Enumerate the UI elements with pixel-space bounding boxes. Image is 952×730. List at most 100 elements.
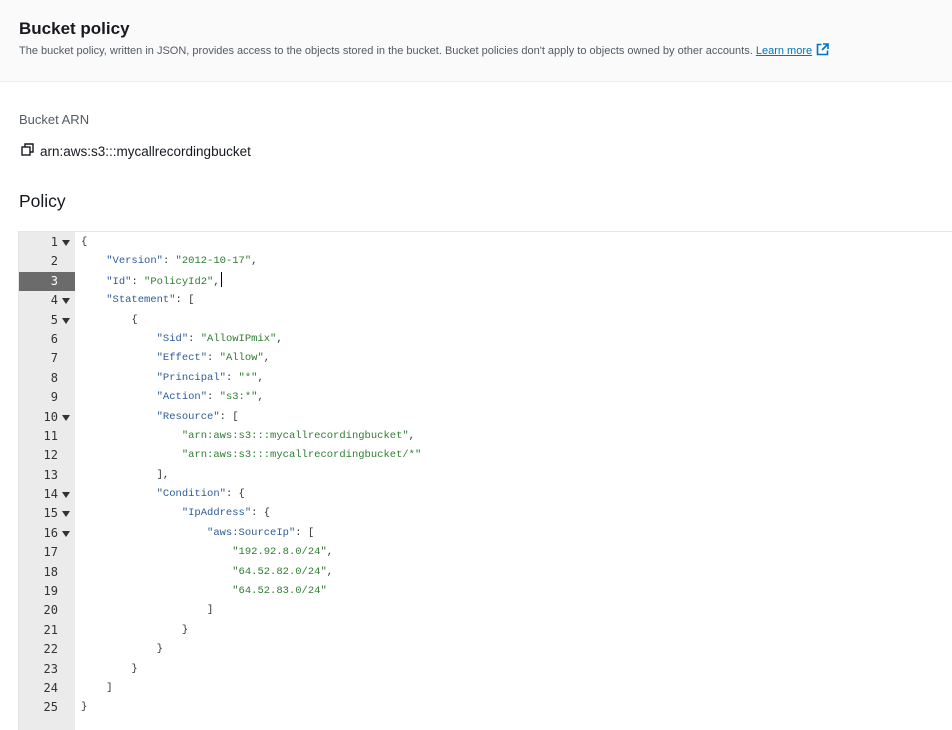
code-line[interactable]: 1{ bbox=[19, 233, 952, 252]
line-number: 16 bbox=[19, 524, 75, 543]
code-line[interactable]: 18 "64.52.82.0/24", bbox=[19, 563, 952, 582]
code-line[interactable]: 15 "IpAddress": { bbox=[19, 504, 952, 523]
code-area[interactable]: 1{2 "Version": "2012-10-17", 3 "Id": "Pol… bbox=[19, 233, 952, 718]
json-punctuation: } bbox=[181, 623, 189, 636]
description-text: The bucket policy, written in JSON, prov… bbox=[19, 45, 753, 57]
json-punctuation: ] bbox=[207, 604, 214, 617]
line-number-text: 16 bbox=[43, 525, 58, 540]
policy-header-panel: Bucket policy The bucket policy, written… bbox=[0, 0, 952, 82]
line-number-text: 17 bbox=[43, 545, 58, 560]
code-line[interactable]: 22 } bbox=[19, 640, 952, 659]
code-line[interactable]: 19 "64.52.83.0/24" bbox=[19, 582, 952, 601]
page-title: Bucket policy bbox=[19, 19, 130, 38]
line-number-text: 5 bbox=[50, 312, 58, 327]
code-line[interactable]: 4 "Statement": [ bbox=[19, 291, 952, 310]
json-string: "AllowIPmix" bbox=[200, 332, 277, 345]
json-punctuation: } bbox=[81, 701, 88, 714]
code-line[interactable]: 11 "arn:aws:s3:::mycallrecordingbucket", bbox=[19, 427, 952, 446]
code-line[interactable]: 6 "Sid": "AllowIPmix", bbox=[19, 330, 952, 349]
line-number-text: 11 bbox=[43, 428, 58, 443]
line-number-text: 12 bbox=[43, 448, 58, 463]
json-string: "arn:aws:s3:::mycallrecordingbucket/*" bbox=[181, 449, 422, 462]
fold-arrow-icon[interactable] bbox=[62, 414, 70, 421]
code-line[interactable]: 25} bbox=[19, 698, 952, 717]
code-line[interactable]: 2 "Version": "2012-10-17", bbox=[19, 252, 952, 271]
json-string: "64.52.82.0/24" bbox=[232, 565, 327, 578]
line-number: 3 bbox=[19, 271, 75, 292]
code-line[interactable]: 9 "Action": "s3:*", bbox=[19, 388, 952, 407]
line-number: 6 bbox=[19, 330, 75, 349]
json-key: "Version" bbox=[106, 255, 163, 268]
copy-icon[interactable] bbox=[21, 143, 34, 159]
page-description: The bucket policy, written in JSON, prov… bbox=[19, 43, 829, 59]
json-punctuation: , bbox=[326, 546, 334, 559]
code-text: } bbox=[81, 660, 138, 679]
line-number-text: 19 bbox=[43, 584, 58, 599]
code-line[interactable]: 13 ], bbox=[19, 466, 952, 485]
code-line[interactable]: 5 { bbox=[19, 311, 952, 330]
code-line[interactable]: 12 "arn:aws:s3:::mycallrecordingbucket/*… bbox=[19, 446, 952, 465]
code-text: "aws:SourceIp": [ bbox=[81, 524, 314, 543]
json-punctuation: : { bbox=[251, 507, 271, 520]
learn-more-link[interactable]: Learn more bbox=[756, 43, 829, 57]
line-number-text: 8 bbox=[50, 370, 58, 385]
json-string: "*" bbox=[238, 371, 258, 384]
json-string: "arn:aws:s3:::mycallrecordingbucket" bbox=[181, 429, 409, 442]
line-number: 9 bbox=[19, 388, 75, 407]
code-line[interactable]: 3 "Id": "PolicyId2", bbox=[19, 271, 952, 292]
line-number: 15 bbox=[19, 504, 75, 523]
line-number: 20 bbox=[19, 601, 75, 620]
code-line[interactable]: 7 "Effect": "Allow", bbox=[19, 349, 952, 368]
code-line[interactable]: 16 "aws:SourceIp": [ bbox=[19, 524, 952, 543]
json-punctuation: ], bbox=[156, 468, 170, 481]
code-line[interactable]: 10 "Resource": [ bbox=[19, 408, 952, 427]
fold-arrow-icon[interactable] bbox=[62, 530, 70, 537]
code-text: "Principal": "*", bbox=[81, 369, 264, 388]
policy-heading: Policy bbox=[19, 191, 66, 211]
line-number: 23 bbox=[19, 660, 75, 679]
json-key: "Effect" bbox=[156, 352, 208, 365]
fold-arrow-icon[interactable] bbox=[62, 298, 70, 305]
code-line[interactable]: 20 ] bbox=[19, 601, 952, 620]
fold-arrow-icon[interactable] bbox=[62, 317, 70, 324]
line-number-text: 4 bbox=[50, 293, 58, 308]
code-text: "Effect": "Allow", bbox=[81, 349, 270, 368]
line-number: 13 bbox=[19, 466, 75, 485]
json-punctuation: , bbox=[276, 332, 283, 345]
fold-arrow-icon[interactable] bbox=[62, 240, 70, 246]
code-line[interactable]: 8 "Principal": "*", bbox=[19, 369, 952, 388]
code-line[interactable]: 17 "192.92.8.0/24", bbox=[19, 543, 952, 562]
code-text: "arn:aws:s3:::mycallrecordingbucket", bbox=[81, 427, 415, 446]
code-line[interactable]: 23 } bbox=[19, 660, 952, 679]
json-punctuation: : [ bbox=[295, 526, 315, 539]
json-punctuation: : bbox=[131, 275, 145, 288]
code-text: { bbox=[81, 311, 137, 330]
fold-arrow-icon[interactable] bbox=[62, 492, 70, 499]
json-punctuation: } bbox=[131, 662, 138, 675]
json-punctuation: , bbox=[251, 255, 258, 268]
code-text: "Sid": "AllowIPmix", bbox=[81, 330, 283, 349]
code-line[interactable]: 24 ] bbox=[19, 679, 952, 698]
code-line[interactable]: 21 } bbox=[19, 621, 952, 640]
line-number: 10 bbox=[19, 408, 75, 427]
policy-editor[interactable]: 1{2 "Version": "2012-10-17", 3 "Id": "Pol… bbox=[18, 231, 952, 730]
json-punctuation: , bbox=[326, 565, 334, 578]
json-punctuation: , bbox=[408, 429, 415, 442]
json-string: "192.92.8.0/24" bbox=[232, 546, 327, 559]
json-key: "Sid" bbox=[156, 332, 189, 345]
json-string: "PolicyId2" bbox=[144, 275, 214, 288]
line-number: 1 bbox=[19, 233, 75, 252]
code-text: ] bbox=[81, 679, 112, 698]
fold-arrow-icon[interactable] bbox=[62, 511, 70, 518]
line-number: 22 bbox=[19, 640, 75, 659]
code-line[interactable]: 14 "Condition": { bbox=[19, 485, 952, 504]
json-string: "Allow" bbox=[219, 352, 264, 365]
line-number: 18 bbox=[19, 563, 75, 582]
